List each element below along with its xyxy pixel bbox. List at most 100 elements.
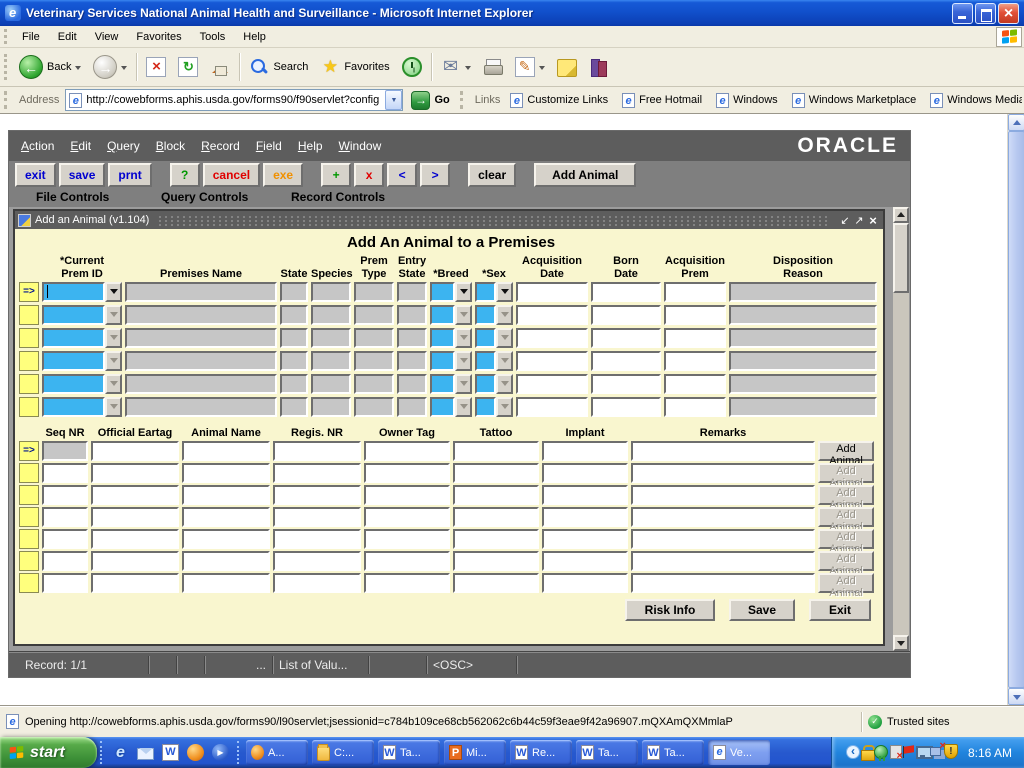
field-premid[interactable] xyxy=(42,282,105,302)
field-remarks[interactable] xyxy=(631,441,815,461)
field-owner-tag[interactable] xyxy=(364,551,450,571)
address-dropdown-button[interactable] xyxy=(385,90,402,110)
flag-tray-icon[interactable] xyxy=(902,745,916,759)
field-animal-name[interactable] xyxy=(182,485,270,505)
messenger-button[interactable] xyxy=(551,50,583,84)
cancel-toolbar-button[interactable]: cancel xyxy=(203,163,260,187)
chevron-down-icon[interactable] xyxy=(539,66,545,73)
field-acqprem[interactable] xyxy=(664,397,726,417)
row-indicator[interactable] xyxy=(19,397,39,417)
scroll-up-button[interactable] xyxy=(893,207,909,223)
field-sex[interactable] xyxy=(475,397,496,417)
taskbar-task-6-ta[interactable]: Ta... xyxy=(642,740,704,765)
field-official-eartag[interactable] xyxy=(91,507,179,527)
field-animal-name[interactable] xyxy=(182,463,270,483)
edit-button[interactable] xyxy=(509,50,551,84)
row-indicator[interactable] xyxy=(19,351,39,371)
row-indicator[interactable] xyxy=(19,305,39,325)
scroll-thumb[interactable] xyxy=(1008,131,1024,688)
field-official-eartag[interactable] xyxy=(91,551,179,571)
field-official-eartag[interactable] xyxy=(91,463,179,483)
field-breed[interactable] xyxy=(430,282,455,302)
page-scrollbar[interactable] xyxy=(1007,114,1024,705)
add-animal-row-button[interactable]: Add Animal xyxy=(818,441,874,461)
field-premid-dropdown-button[interactable] xyxy=(105,374,122,394)
chevron-down-icon[interactable] xyxy=(121,66,127,73)
refresh-button[interactable] xyxy=(172,50,204,84)
taskbar-task-7-ve[interactable]: Ve... xyxy=(708,740,770,765)
scroll-thumb[interactable] xyxy=(893,223,909,293)
ie-quicklaunch-icon[interactable] xyxy=(112,744,129,761)
field-acqdate[interactable] xyxy=(516,351,588,371)
ie-menu-edit[interactable]: Edit xyxy=(49,29,86,45)
field-breed-dropdown-button[interactable] xyxy=(455,282,472,302)
execute-toolbar-button[interactable]: exe xyxy=(263,163,303,187)
field-sex[interactable] xyxy=(475,305,496,325)
back-button[interactable]: Back xyxy=(13,50,87,84)
close-button[interactable] xyxy=(998,3,1019,24)
next-record-toolbar-button[interactable]: > xyxy=(420,163,450,187)
oracle-menu-window[interactable]: Window xyxy=(339,139,382,153)
link-windows-media[interactable]: Windows Media xyxy=(930,93,1022,108)
add-animal-toolbar-button[interactable]: Add Animal xyxy=(534,163,636,187)
chevron-down-icon[interactable] xyxy=(465,66,471,73)
link-free-hotmail[interactable]: Free Hotmail xyxy=(622,93,702,108)
go-button[interactable]: Go xyxy=(403,91,457,110)
favorites-button[interactable]: Favorites xyxy=(314,50,395,84)
row-indicator[interactable] xyxy=(19,551,39,571)
previous-record-toolbar-button[interactable]: < xyxy=(387,163,417,187)
row-indicator[interactable]: => xyxy=(19,282,39,302)
field-borndate[interactable] xyxy=(591,351,661,371)
field-sex-dropdown-button[interactable] xyxy=(496,305,513,325)
chevron-tray-icon[interactable] xyxy=(846,745,860,759)
taskbar-task-1-c[interactable]: C:... xyxy=(312,740,374,765)
oracle-menu-help[interactable]: Help xyxy=(298,139,323,153)
scroll-down-button[interactable] xyxy=(893,635,909,651)
field-owner-tag[interactable] xyxy=(364,485,450,505)
oracle-menu-record[interactable]: Record xyxy=(201,139,240,153)
chevron-down-icon[interactable] xyxy=(75,66,81,73)
field-premid[interactable] xyxy=(42,328,105,348)
field-sex-dropdown-button[interactable] xyxy=(496,328,513,348)
address-input[interactable]: http://cowebforms.aphis.usda.gov/forms90… xyxy=(65,89,403,111)
field-sex-dropdown-button[interactable] xyxy=(496,374,513,394)
field-regis-nr[interactable] xyxy=(273,463,361,483)
field-premid-dropdown-button[interactable] xyxy=(105,351,122,371)
minimize-button[interactable] xyxy=(952,3,973,24)
field-owner-tag[interactable] xyxy=(364,507,450,527)
field-owner-tag[interactable] xyxy=(364,529,450,549)
field-sex[interactable] xyxy=(475,351,496,371)
field-acqdate[interactable] xyxy=(516,305,588,325)
mdi-minimize-icon[interactable] xyxy=(838,214,852,227)
field-sex[interactable] xyxy=(475,328,496,348)
print-button[interactable] xyxy=(477,50,509,84)
field-seq-nr[interactable] xyxy=(42,507,88,527)
field-regis-nr[interactable] xyxy=(273,573,361,593)
field-sex-dropdown-button[interactable] xyxy=(496,351,513,371)
field-premid-dropdown-button[interactable] xyxy=(105,305,122,325)
field-acqprem[interactable] xyxy=(664,351,726,371)
field-acqdate[interactable] xyxy=(516,282,588,302)
field-breed[interactable] xyxy=(430,374,455,394)
field-owner-tag[interactable] xyxy=(364,441,450,461)
field-borndate[interactable] xyxy=(591,397,661,417)
field-sex-dropdown-button[interactable] xyxy=(496,282,513,302)
field-official-eartag[interactable] xyxy=(91,441,179,461)
network-error-tray-icon[interactable] xyxy=(930,745,944,759)
field-sex[interactable] xyxy=(475,374,496,394)
field-premid[interactable] xyxy=(42,397,105,417)
field-premid[interactable] xyxy=(42,351,105,371)
link-customize-links[interactable]: Customize Links xyxy=(510,93,608,108)
link-windows[interactable]: Windows xyxy=(716,93,778,108)
row-indicator[interactable] xyxy=(19,507,39,527)
clear-toolbar-button[interactable]: clear xyxy=(468,163,516,187)
field-regis-nr[interactable] xyxy=(273,485,361,505)
field-breed[interactable] xyxy=(430,397,455,417)
field-implant[interactable] xyxy=(542,529,628,549)
field-tattoo[interactable] xyxy=(453,551,539,571)
oracle-menu-query[interactable]: Query xyxy=(107,139,140,153)
row-indicator[interactable] xyxy=(19,485,39,505)
field-tattoo[interactable] xyxy=(453,573,539,593)
scroll-up-button[interactable] xyxy=(1008,114,1024,131)
field-animal-name[interactable] xyxy=(182,441,270,461)
